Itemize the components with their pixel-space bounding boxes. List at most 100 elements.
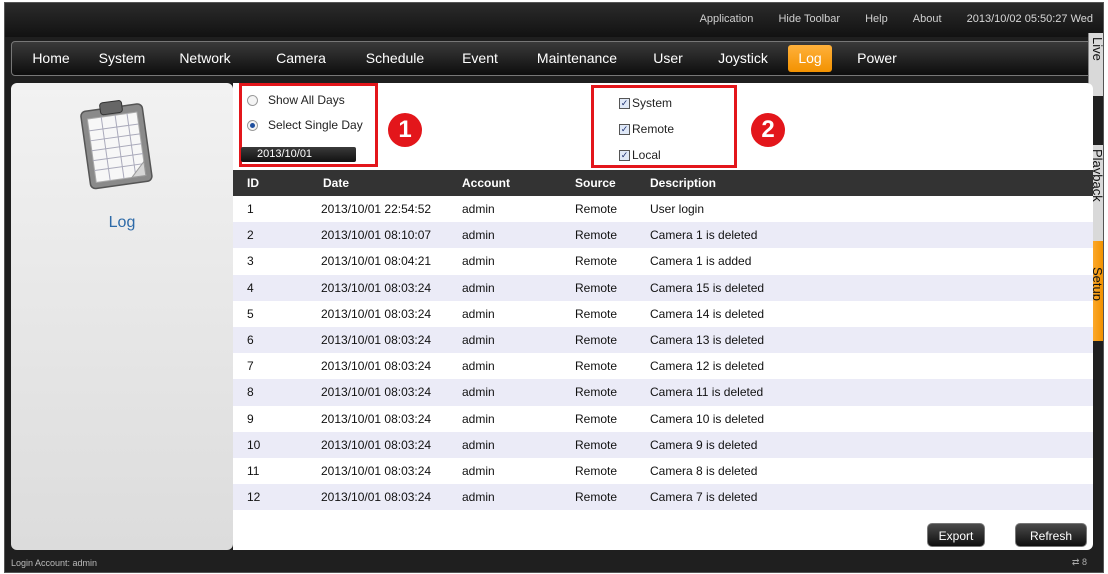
nav-maintenance[interactable]: Maintenance <box>528 42 626 75</box>
log-table: ID Date Account Source Description 1 2013… <box>233 170 1093 511</box>
nav-power[interactable]: Power <box>850 42 904 75</box>
table-row[interactable]: 8 2013/10/01 08:03:24 admin Remote Camera 11… <box>233 379 1093 406</box>
cell-id: 2 <box>247 228 254 243</box>
cell-id: 11 <box>247 463 260 478</box>
cell-id: 5 <box>247 306 254 321</box>
cell-id: 6 <box>247 332 254 347</box>
cell-account: admin <box>462 490 495 505</box>
table-row[interactable]: 10 2013/10/01 08:03:24 admin Remote Camera 9… <box>233 431 1093 458</box>
export-button[interactable]: Export <box>927 523 985 547</box>
refresh-button[interactable]: Refresh <box>1015 523 1087 547</box>
cell-source: Remote <box>575 280 618 295</box>
table-row[interactable]: 1 2013/10/01 22:54:52 admin Remote User logi… <box>233 196 1093 222</box>
cell-account: admin <box>462 202 495 216</box>
cell-description: Camera 13 is deleted <box>650 332 765 347</box>
cell-account: admin <box>462 332 495 347</box>
left-panel-label: Log <box>108 214 136 231</box>
cell-source: Remote <box>575 490 618 505</box>
table-row[interactable]: 5 2013/10/01 08:03:24 admin Remote Camera 14… <box>233 301 1093 327</box>
cell-account: admin <box>462 306 495 321</box>
top-links: Application Hide Toolbar Help About 2013… <box>678 13 1093 25</box>
select-single-day-radio[interactable] <box>247 120 258 132</box>
date-picker[interactable]: 2013/10/01 <box>241 147 356 162</box>
header-description[interactable]: Description <box>650 170 716 196</box>
nav-network[interactable]: Network <box>172 42 238 75</box>
clipboard-icon <box>80 100 153 190</box>
cell-source: Remote <box>575 332 618 347</box>
table-row[interactable]: 2 2013/10/01 08:10:07 admin Remote Camera 1 … <box>233 222 1093 249</box>
cell-date: 2013/10/01 08:04:21 <box>321 254 432 269</box>
cell-account: admin <box>462 463 495 478</box>
cell-source: Remote <box>575 306 618 321</box>
table-row[interactable]: 7 2013/10/01 08:03:24 admin Remote Camera 12… <box>233 353 1093 379</box>
nav-camera[interactable]: Camera <box>268 42 334 75</box>
cell-id: 4 <box>247 280 254 295</box>
cell-description: Camera 11 is deleted <box>650 385 764 400</box>
table-row[interactable]: 11 2013/10/01 08:03:24 admin Remote Camera 8… <box>233 458 1093 484</box>
hide-toolbar-link[interactable]: Hide Toolbar <box>778 13 840 25</box>
cell-description: Camera 15 is deleted <box>650 280 765 295</box>
main-nav: Home System Network Camera Schedule Even… <box>11 41 1095 76</box>
application-link[interactable]: Application <box>700 13 754 25</box>
cell-source: Remote <box>575 228 618 243</box>
local-label: Local <box>632 148 661 162</box>
nav-system[interactable]: System <box>92 42 152 75</box>
cell-source: Remote <box>575 359 618 374</box>
cell-description: Camera 1 is deleted <box>650 228 758 243</box>
cell-description: Camera 7 is deleted <box>650 490 758 505</box>
show-all-days-label: Show All Days <box>268 93 345 107</box>
cell-id: 12 <box>247 490 261 505</box>
status-bar: Login Account: admin ⇄ 8 <box>5 552 1103 572</box>
cell-id: 7 <box>247 359 254 374</box>
table-row[interactable]: 9 2013/10/01 08:03:24 admin Remote Camera 10… <box>233 406 1093 432</box>
cell-source: Remote <box>575 463 618 478</box>
select-single-day-option[interactable]: Select Single Day <box>247 118 363 132</box>
clock: 2013/10/02 05:50:27 Wed <box>966 13 1093 25</box>
cell-account: admin <box>462 437 495 452</box>
table-body: 1 2013/10/01 22:54:52 admin Remote User logi… <box>233 196 1093 511</box>
nav-log[interactable]: Log <box>788 45 832 72</box>
cell-date: 2013/10/01 08:03:24 <box>321 306 432 321</box>
remote-filter[interactable]: ✓ Remote <box>619 122 674 136</box>
nav-schedule[interactable]: Schedule <box>356 42 434 75</box>
login-account: Login Account: admin <box>11 558 98 568</box>
table-header: ID Date Account Source Description <box>233 170 1093 196</box>
cell-date: 2013/10/01 08:03:24 <box>321 490 432 505</box>
nav-event[interactable]: Event <box>452 42 508 75</box>
network-icon: ⇄ <box>1071 557 1080 567</box>
cell-account: admin <box>462 385 495 400</box>
cell-date: 2013/10/01 08:03:24 <box>321 332 432 347</box>
top-toolbar: Application Hide Toolbar Help About 2013… <box>5 3 1103 37</box>
cell-id: 9 <box>247 411 254 426</box>
table-row[interactable]: 4 2013/10/01 08:03:24 admin Remote Camera 15… <box>233 274 1093 301</box>
header-date[interactable]: Date <box>323 170 349 196</box>
local-filter[interactable]: ✓ Local <box>619 148 661 162</box>
cell-account: admin <box>462 280 495 295</box>
side-tab-live-label: Live <box>1090 37 1104 61</box>
header-id[interactable]: ID <box>247 170 259 196</box>
nav-joystick[interactable]: Joystick <box>708 42 778 75</box>
cell-source: Remote <box>575 385 618 400</box>
cell-source: Remote <box>575 254 618 269</box>
show-all-days-option[interactable]: Show All Days <box>247 93 345 107</box>
cell-date: 2013/10/01 08:03:24 <box>321 437 432 452</box>
table-row[interactable]: 3 2013/10/01 08:04:21 admin Remote Camera 1 … <box>233 248 1093 274</box>
local-checkbox[interactable]: ✓ <box>619 150 630 162</box>
system-filter[interactable]: ✓ System <box>619 96 672 110</box>
header-account[interactable]: Account <box>462 170 510 196</box>
about-link[interactable]: About <box>913 13 942 25</box>
status-indicator: ⇄ 8 <box>1072 557 1087 568</box>
table-row[interactable]: 6 2013/10/01 08:03:24 admin Remote Camera 13… <box>233 326 1093 354</box>
callout-badge-1: 1 <box>388 113 422 147</box>
remote-checkbox[interactable]: ✓ <box>619 124 630 136</box>
cell-account: admin <box>462 254 495 269</box>
nav-user[interactable]: User <box>646 42 690 75</box>
cell-id: 1 <box>247 202 254 216</box>
system-label: System <box>632 96 673 110</box>
help-link[interactable]: Help <box>865 13 888 25</box>
nav-home[interactable]: Home <box>26 42 76 75</box>
table-row[interactable]: 12 2013/10/01 08:03:24 admin Remote Camera 7… <box>233 484 1093 511</box>
system-checkbox[interactable]: ✓ <box>619 98 630 110</box>
show-all-days-radio[interactable] <box>247 95 258 107</box>
header-source[interactable]: Source <box>575 170 616 196</box>
